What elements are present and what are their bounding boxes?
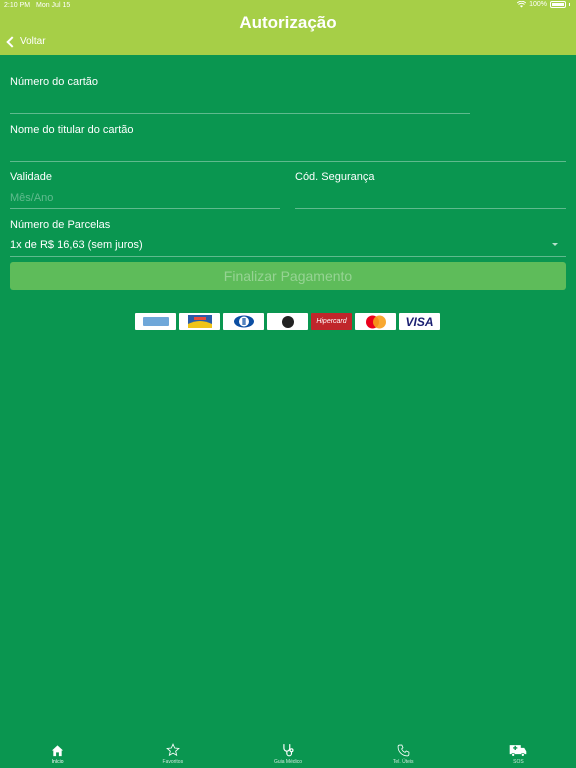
status-time: 2:10 PM: [4, 2, 31, 9]
installments-label: Número de Parcelas: [10, 219, 111, 231]
banescard-logo: [179, 313, 220, 330]
diners-logo: [223, 313, 264, 330]
tab-sos[interactable]: SOS: [461, 740, 576, 768]
security-code-input[interactable]: [295, 208, 566, 209]
installments-underline: [10, 256, 566, 257]
back-button[interactable]: Voltar: [5, 35, 46, 48]
back-label: Voltar: [20, 36, 46, 47]
tab-label: Guia Médico: [273, 759, 303, 765]
chevron-down-icon: [552, 243, 558, 246]
card-number-input[interactable]: [10, 113, 470, 114]
expiry-input[interactable]: Mês/Ano: [10, 192, 53, 204]
banescard-icon: [187, 315, 212, 328]
mastercard-logo: [355, 313, 396, 330]
status-right: 100%: [517, 1, 570, 8]
visa-logo: VISA: [399, 313, 440, 330]
card-brands: Hipercard VISA: [135, 313, 440, 330]
tab-favoritos[interactable]: Favoritos: [115, 740, 230, 768]
finalize-payment-button[interactable]: Finalizar Pagamento: [10, 262, 566, 290]
ambulance-icon: [509, 742, 527, 758]
status-date: Mon Jul 15: [36, 2, 71, 9]
elo-logo: [267, 313, 308, 330]
tab-guia-medico[interactable]: Guia Médico: [230, 740, 345, 768]
card-holder-input[interactable]: [10, 161, 566, 162]
stethoscope-icon: [281, 742, 295, 758]
amex-icon: [142, 317, 169, 326]
header: 2:10 PM Mon Jul 15 100% Autorização Volt…: [0, 0, 576, 55]
tab-label: Favoritos: [162, 759, 184, 765]
card-holder-label: Nome do titular do cartão: [10, 124, 134, 136]
tab-label: SOS: [513, 759, 524, 765]
battery-percentage: 100%: [529, 1, 547, 8]
card-number-label: Número do cartão: [10, 76, 99, 88]
battery-tip: [569, 3, 570, 6]
elo-icon: [281, 315, 294, 328]
hipercard-text: Hipercard: [316, 318, 347, 325]
expiry-underline: [10, 208, 280, 209]
tab-label: Tel. Úteis: [392, 759, 414, 765]
status-bar: 2:10 PM Mon Jul 15 100%: [0, 0, 576, 12]
security-code-label: Cód. Segurança: [295, 171, 375, 183]
wifi-icon: [517, 1, 527, 8]
visa-text: VISA: [405, 314, 434, 329]
page-title: Autorização: [239, 13, 337, 32]
hipercard-logo: Hipercard: [311, 313, 352, 330]
tab-label: Início: [51, 759, 64, 765]
amex-logo: [135, 313, 176, 330]
chevron-left-icon: [6, 35, 18, 48]
diners-icon: [233, 315, 254, 328]
tab-bar: Início Favoritos Guia Médico Tel. Úteis: [0, 740, 576, 768]
mastercard-icon: [365, 315, 386, 328]
tab-inicio[interactable]: Início: [0, 740, 115, 768]
home-icon: [51, 742, 64, 758]
tab-tel-uteis[interactable]: Tel. Úteis: [346, 740, 461, 768]
battery-icon: [550, 1, 566, 8]
expiry-label: Validade: [10, 171, 52, 183]
phone-icon: [397, 742, 410, 758]
star-icon: [165, 742, 180, 758]
installments-select[interactable]: 1x de R$ 16,63 (sem juros): [10, 239, 143, 251]
